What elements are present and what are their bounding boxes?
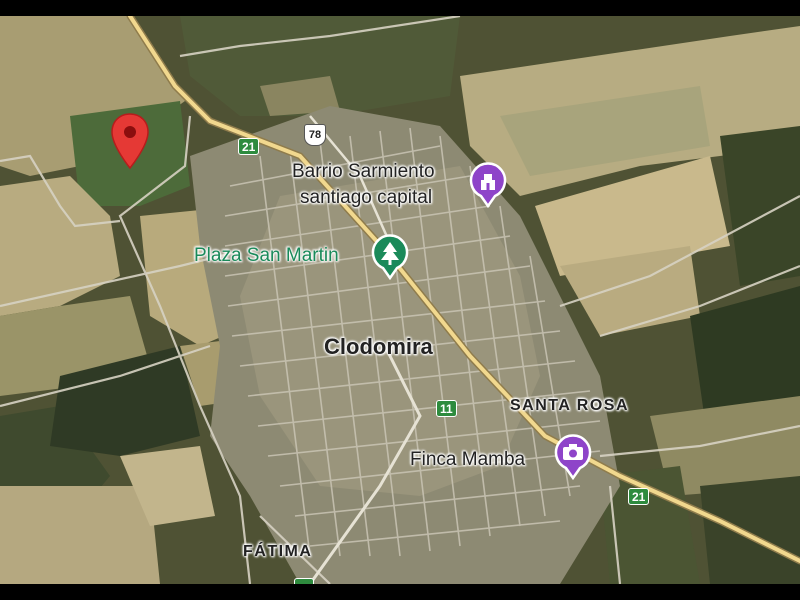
route-shield-partial [294, 578, 314, 584]
route-11-shield: 11 [436, 400, 457, 417]
map-screenshot: 21 78 11 21 Barrio Sarmiento santiago ca… [0, 0, 800, 600]
plaza-san-martin-label[interactable]: Plaza San Martin [194, 246, 339, 265]
barrio-sarmiento-sublabel[interactable]: santiago capital [300, 188, 432, 207]
route-78-shield: 78 [304, 124, 326, 146]
area-label-fatima[interactable]: FÁTIMA [243, 544, 312, 560]
red-location-pin-icon[interactable] [108, 112, 152, 172]
area-label-santa-rosa[interactable]: SANTA ROSA [510, 398, 629, 414]
camera-attraction-icon[interactable] [553, 434, 593, 480]
park-tree-icon[interactable] [370, 234, 410, 280]
route-21-shield-north: 21 [238, 138, 260, 155]
satellite-imagery [0, 16, 800, 584]
monument-icon[interactable] [468, 162, 508, 208]
barrio-sarmiento-label[interactable]: Barrio Sarmiento [292, 162, 435, 181]
route-21-shield-east: 21 [628, 488, 650, 505]
satellite-map[interactable]: 21 78 11 21 Barrio Sarmiento santiago ca… [0, 16, 800, 584]
finca-mamba-label[interactable]: Finca Mamba [410, 450, 525, 469]
town-label-clodomira[interactable]: Clodomira [324, 336, 433, 358]
